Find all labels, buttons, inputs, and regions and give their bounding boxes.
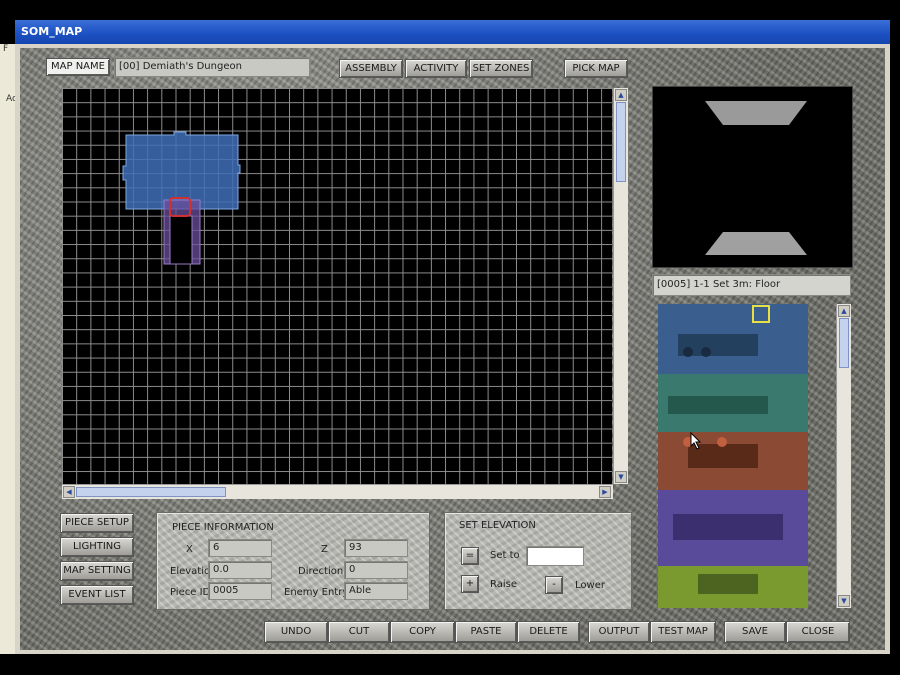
- paste-button[interactable]: PASTE: [455, 621, 517, 643]
- set-to-label: Set to: [490, 550, 520, 561]
- map-pieces-layer: [122, 131, 241, 265]
- elevation-value-field[interactable]: 0.0: [208, 561, 272, 579]
- x-label: X: [186, 544, 193, 555]
- palette-vertical-scroll-thumb[interactable]: [839, 318, 849, 368]
- piece-palette-tiles: [658, 304, 808, 608]
- test-map-button[interactable]: TEST MAP: [650, 621, 716, 643]
- arrow-left-icon[interactable]: ◀: [63, 486, 75, 498]
- lower-button[interactable]: -: [545, 576, 563, 594]
- set-zones-button[interactable]: SET ZONES: [469, 59, 533, 78]
- piece-preview-viewport: [652, 86, 853, 268]
- selected-piece-label: [0005] 1-1 Set 3m: Floor: [652, 274, 851, 296]
- background-window-edge: F Ac: [0, 44, 17, 654]
- z-value-field[interactable]: 93: [344, 539, 408, 557]
- map-name-field[interactable]: [00] Demiath's Dungeon: [114, 57, 310, 77]
- piece-preview-render: [705, 101, 807, 255]
- preview-ceiling: [705, 101, 807, 125]
- map-grid[interactable]: [62, 88, 612, 484]
- assembly-button[interactable]: ASSEMBLY: [339, 59, 403, 78]
- piece-information-title: PIECE INFORMATION: [172, 522, 274, 533]
- piece-palette[interactable]: [658, 304, 808, 608]
- map-setting-button[interactable]: MAP SETTING: [60, 561, 134, 581]
- direction-value-field[interactable]: 0: [344, 561, 408, 579]
- close-button[interactable]: CLOSE: [786, 621, 850, 643]
- window-title: SOM_MAP: [21, 25, 83, 38]
- palette-circle-tile: [717, 437, 727, 447]
- direction-label: Direction: [298, 566, 344, 577]
- mouse-cursor-icon: [690, 432, 702, 450]
- map-horizontal-scrollbar[interactable]: ◀ ▶: [62, 484, 613, 499]
- piece-setup-button[interactable]: PIECE SETUP: [60, 513, 134, 533]
- piece-id-value-field[interactable]: 0005: [208, 582, 272, 600]
- map-horizontal-scroll-thumb[interactable]: [76, 487, 226, 497]
- enemy-entry-label: Enemy Entry: [284, 587, 349, 598]
- lower-label: Lower: [575, 580, 605, 591]
- undo-button[interactable]: UNDO: [264, 621, 328, 643]
- map-vertical-scrollbar[interactable]: ▲ ▼: [613, 88, 628, 484]
- arrow-down-icon[interactable]: ▼: [838, 595, 850, 607]
- delete-button[interactable]: DELETE: [517, 621, 580, 643]
- set-to-button[interactable]: =: [461, 547, 479, 565]
- copy-button[interactable]: COPY: [390, 621, 455, 643]
- window-title-bar[interactable]: SOM_MAP: [15, 20, 890, 44]
- background-window-glyph: F: [3, 44, 9, 54]
- pick-map-button[interactable]: PICK MAP: [564, 59, 628, 78]
- palette-vertical-scrollbar[interactable]: ▲ ▼: [836, 304, 851, 608]
- piece-id-label: Piece ID: [170, 587, 211, 598]
- palette-circle-tile: [701, 347, 711, 357]
- map-name-label-text: MAP NAME: [51, 61, 105, 72]
- x-value-field[interactable]: 6: [208, 539, 272, 557]
- output-button[interactable]: OUTPUT: [588, 621, 650, 643]
- set-elevation-title: SET ELEVATION: [459, 520, 536, 531]
- arrow-right-icon[interactable]: ▶: [599, 486, 611, 498]
- palette-band-purple-dark: [673, 514, 783, 540]
- activity-button[interactable]: ACTIVITY: [405, 59, 467, 78]
- set-to-input[interactable]: [526, 546, 584, 566]
- palette-band-teal-dark: [668, 396, 768, 414]
- corridor-inner: [169, 215, 193, 265]
- save-button[interactable]: SAVE: [724, 621, 786, 643]
- preview-floor: [705, 232, 807, 255]
- palette-circle-tile: [683, 347, 693, 357]
- map-vertical-scroll-thumb[interactable]: [616, 102, 626, 182]
- arrow-up-icon[interactable]: ▲: [615, 89, 627, 101]
- z-label: Z: [321, 544, 328, 555]
- map-name-label: MAP NAME: [46, 58, 110, 76]
- event-list-button[interactable]: EVENT LIST: [60, 585, 134, 605]
- raise-button[interactable]: +: [461, 575, 479, 593]
- arrow-down-icon[interactable]: ▼: [615, 471, 627, 483]
- raise-label: Raise: [490, 579, 517, 590]
- arrow-up-icon[interactable]: ▲: [838, 305, 850, 317]
- cut-button[interactable]: CUT: [328, 621, 390, 643]
- lighting-button[interactable]: LIGHTING: [60, 537, 134, 557]
- palette-band-olive-dark: [698, 574, 758, 594]
- enemy-entry-value-field[interactable]: Able: [344, 582, 408, 600]
